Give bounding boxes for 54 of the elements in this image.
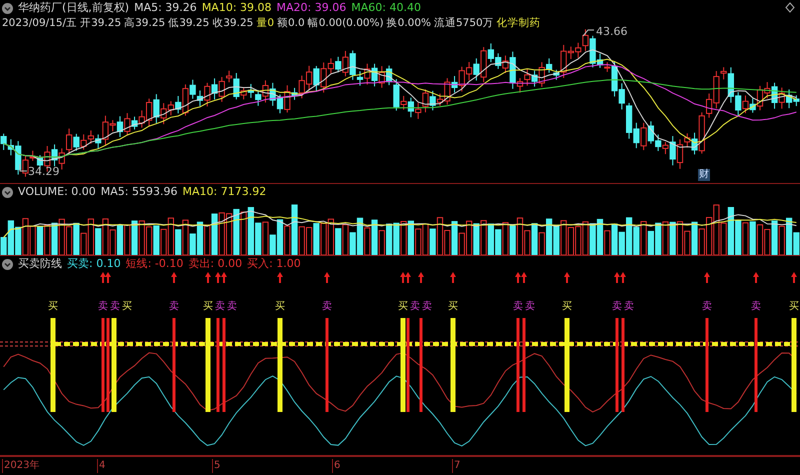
legend-value: 短线: -0.10 <box>126 257 184 271</box>
sell-label: 卖 <box>513 301 523 312</box>
buy-label: 买 <box>398 301 408 312</box>
quote-value: 低39.25 <box>168 16 210 30</box>
high-price-label: 43.66 <box>596 25 628 38</box>
sell-label: 卖 <box>215 301 225 312</box>
legend-value: MA20: 39.06 <box>276 1 346 15</box>
sell-label: 卖 <box>702 301 712 312</box>
quote-value: 高39.25 <box>124 16 166 30</box>
buy-label: 买 <box>448 301 458 312</box>
buy-label: 买 <box>789 301 799 312</box>
axis-label: 6 <box>332 459 340 473</box>
legend-value: MA60: 40.40 <box>351 1 421 15</box>
quote-value: 量0 <box>256 16 274 30</box>
sell-label: 卖 <box>612 301 622 312</box>
sell-label: 卖 <box>98 301 108 312</box>
sell-label: 卖 <box>227 301 237 312</box>
buy-label: 买 <box>275 301 285 312</box>
axis-label: 7 <box>452 459 460 473</box>
legend-value: 买入: 1.00 <box>247 257 301 271</box>
sell-label: 卖 <box>169 301 179 312</box>
sell-label: 卖 <box>410 301 420 312</box>
quote-value: 流通5750万 <box>434 16 494 30</box>
sell-label: 卖 <box>525 301 535 312</box>
axis-label: 5 <box>212 459 220 473</box>
quote-value: 2023/09/15/五 <box>2 16 78 30</box>
axis-label: 2023年 <box>2 459 40 473</box>
buy-label: 买 <box>562 301 572 312</box>
quote-value: 化学制药 <box>496 16 541 30</box>
quote-value: 额0.0 <box>277 16 305 30</box>
event-marker[interactable]: 财 <box>698 169 710 181</box>
quote-value: 收39.25 <box>212 16 254 30</box>
quote-value: 开39.25 <box>80 16 122 30</box>
buy-label: 买 <box>203 301 213 312</box>
legend-value: MA10: 39.08 <box>202 1 272 15</box>
legend-value: VOLUME: 0.00 <box>18 185 96 199</box>
legend-value: MA5: 39.26 <box>134 1 197 15</box>
sell-label: 卖 <box>322 301 332 312</box>
legend-value: 买卖: 0.10 <box>67 257 121 271</box>
buy-label: 买 <box>48 301 58 312</box>
legend-value: 卖出: 0.00 <box>188 257 242 271</box>
legend-value: MA10: 7173.92 <box>182 185 266 199</box>
sell-label: 卖 <box>422 301 432 312</box>
buy-label: 买 <box>122 301 132 312</box>
stock-title: 华纳药厂(日线,前复权) <box>18 1 130 15</box>
sell-label: 卖 <box>751 301 761 312</box>
axis-label: 4 <box>97 459 106 473</box>
low-price-label: 34.29 <box>28 165 60 178</box>
indicator-title: 买卖防线 <box>18 257 62 271</box>
quote-value: 换0.00% <box>386 16 431 30</box>
sell-label: 卖 <box>624 301 634 312</box>
quote-value: 幅0.00(0.00%) <box>308 16 384 30</box>
legend-value: MA5: 5593.96 <box>100 185 178 199</box>
sell-label: 卖 <box>110 301 120 312</box>
